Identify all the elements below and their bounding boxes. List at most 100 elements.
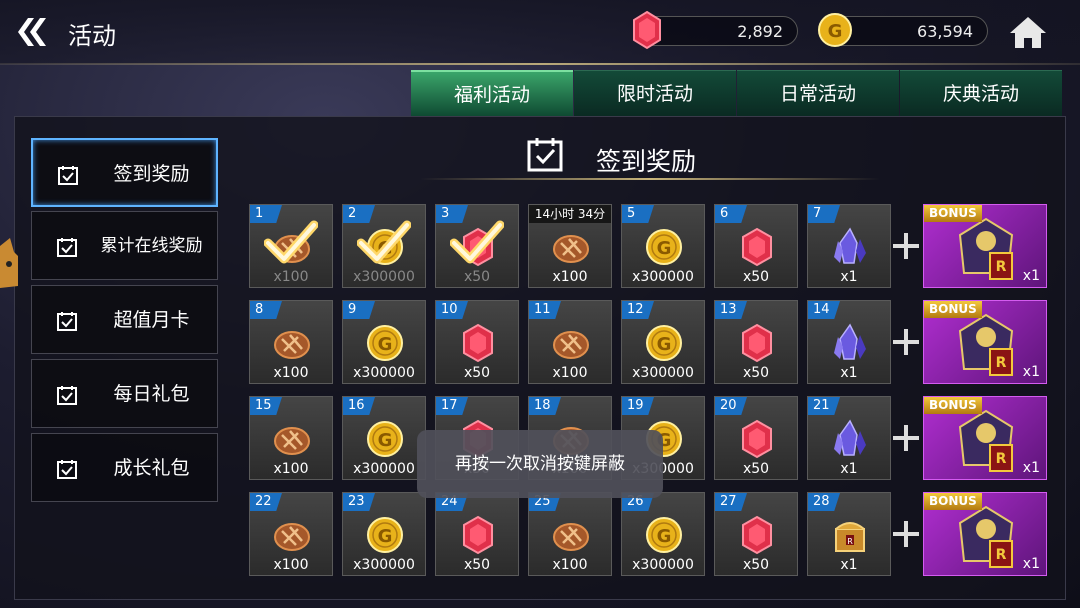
svg-text:R: R (996, 355, 1007, 371)
reward-quantity: x1 (840, 365, 858, 381)
reward-quantity: x50 (463, 365, 491, 381)
signin-day-cell[interactable]: 7 x1 (807, 204, 891, 288)
svg-text:G: G (657, 238, 672, 259)
bonus-reward-cell[interactable]: R BONUS x1 (923, 300, 1047, 384)
reward-quantity: x1 (840, 461, 858, 477)
plus-icon (893, 329, 919, 355)
signin-day-cell[interactable]: G 12 x300000 (621, 300, 705, 384)
day-number-badge: 12 (622, 301, 654, 319)
day-number-badge: 11 (529, 301, 561, 319)
bonus-tag: BONUS (924, 301, 982, 318)
plus-icon (893, 233, 919, 259)
day-number-badge: 5 (622, 205, 654, 223)
bonus-tag: BONUS (924, 397, 982, 414)
day-number-badge: 14 (808, 301, 840, 319)
signin-day-cell[interactable]: 14小时 34分 x100 (528, 204, 612, 288)
gold-count: 63,594 (917, 22, 973, 41)
signin-day-cell[interactable]: 6 x50 (714, 204, 798, 288)
signin-day-cell[interactable]: 21 x1 (807, 396, 891, 480)
reward-quantity: x300000 (353, 365, 415, 381)
sidebar-item-online[interactable]: 累计在线奖励 (31, 211, 218, 280)
signin-day-cell[interactable]: 22 x100 (249, 492, 333, 576)
sidebar-item-daily-pack[interactable]: 每日礼包 (31, 359, 218, 428)
calendar-check-icon (527, 138, 563, 172)
crystal-icon (834, 323, 866, 360)
signin-day-cell[interactable]: 13 x50 (714, 300, 798, 384)
gold-icon: G (367, 325, 403, 361)
signin-day-cell[interactable]: 1 x100 (249, 204, 333, 288)
reward-quantity: x300000 (353, 269, 415, 285)
tab-limited[interactable]: 限时活动 (574, 70, 736, 116)
signin-day-cell[interactable]: G 9 x300000 (342, 300, 426, 384)
tab-daily[interactable]: 日常活动 (737, 70, 899, 116)
section-divider (420, 178, 880, 180)
reward-quantity: x50 (463, 557, 491, 573)
signin-day-cell[interactable]: G 2 x300000 (342, 204, 426, 288)
reward-quantity: x300000 (353, 557, 415, 573)
crystal-icon (834, 227, 866, 264)
sidebar-item-growth-pack[interactable]: 成长礼包 (31, 433, 218, 502)
reward-quantity: x100 (552, 365, 588, 381)
sidebar-item-label: 签到奖励 (113, 163, 190, 185)
signin-day-cell[interactable]: G 5 x300000 (621, 204, 705, 288)
bonus-hero-card-icon: R (958, 505, 1014, 568)
claimed-check-icon (264, 220, 318, 264)
reward-quantity: x50 (742, 269, 770, 285)
bonus-reward-cell[interactable]: R BONUS x1 (923, 492, 1047, 576)
sidebar-item-label: 累计在线奖励 (100, 236, 203, 256)
tab-bar: 福利活动 限时活动 日常活动 庆典活动 (411, 70, 1063, 116)
bonus-reward-cell[interactable]: R BONUS x1 (923, 204, 1047, 288)
reward-quantity: x1 (1022, 268, 1040, 284)
signin-day-cell[interactable]: 3 x50 (435, 204, 519, 288)
reward-quantity: x50 (742, 461, 770, 477)
gem-count: 2,892 (737, 22, 783, 41)
signin-day-cell[interactable]: 8 x100 (249, 300, 333, 384)
day-number-badge: 8 (250, 301, 282, 319)
claimed-check-icon (357, 220, 411, 264)
signin-day-cell[interactable]: G 26 x300000 (621, 492, 705, 576)
gem-icon (742, 323, 772, 363)
reward-quantity: x300000 (632, 269, 694, 285)
day-number-badge: 21 (808, 397, 840, 415)
signin-day-cell[interactable]: 10 x50 (435, 300, 519, 384)
bonus-tag: BONUS (924, 493, 982, 510)
reward-quantity: x100 (552, 557, 588, 573)
day-number-badge: 18 (529, 397, 561, 415)
day-number-badge: 17 (436, 397, 468, 415)
day-number-badge: 9 (343, 301, 375, 319)
home-icon[interactable] (1008, 14, 1048, 50)
signin-day-cell[interactable]: G 23 x300000 (342, 492, 426, 576)
signin-day-cell[interactable]: 25 x100 (528, 492, 612, 576)
day-number-badge: 10 (436, 301, 468, 319)
svg-text:R: R (996, 259, 1007, 275)
reward-quantity: x100 (552, 269, 588, 285)
gold-coin-icon: G (818, 13, 852, 47)
calendar-check-icon (57, 238, 77, 257)
signin-day-cell[interactable]: 15 x100 (249, 396, 333, 480)
gem-icon (742, 227, 772, 267)
gold-icon: G (646, 229, 682, 265)
signin-day-cell[interactable]: 14 x1 (807, 300, 891, 384)
reward-quantity: x300000 (632, 365, 694, 381)
svg-text:G: G (657, 334, 672, 355)
bonus-reward-cell[interactable]: R BONUS x1 (923, 396, 1047, 480)
signin-day-cell[interactable]: 20 x50 (714, 396, 798, 480)
back-chevron-icon[interactable] (14, 14, 50, 50)
signin-day-cell[interactable]: 27 x50 (714, 492, 798, 576)
tab-welfare[interactable]: 福利活动 (411, 70, 573, 116)
reward-quantity: x100 (273, 365, 309, 381)
signin-day-cell[interactable]: 11 x100 (528, 300, 612, 384)
reward-quantity: x1 (840, 269, 858, 285)
sidebar-item-monthly-card[interactable]: 超值月卡 (31, 285, 218, 354)
signin-day-cell[interactable]: 24 x50 (435, 492, 519, 576)
reward-quantity: x1 (840, 557, 858, 573)
tab-celebration[interactable]: 庆典活动 (900, 70, 1062, 116)
plus-icon (893, 521, 919, 547)
sidebar-item-signin[interactable]: 签到奖励 (31, 138, 218, 207)
top-divider (0, 63, 1080, 65)
gold-icon: G (646, 325, 682, 361)
svg-text:R: R (996, 547, 1007, 563)
signin-day-cell[interactable]: G 16 x300000 (342, 396, 426, 480)
signin-day-cell[interactable]: R 28 x1 (807, 492, 891, 576)
day-number-badge: 20 (715, 397, 747, 415)
